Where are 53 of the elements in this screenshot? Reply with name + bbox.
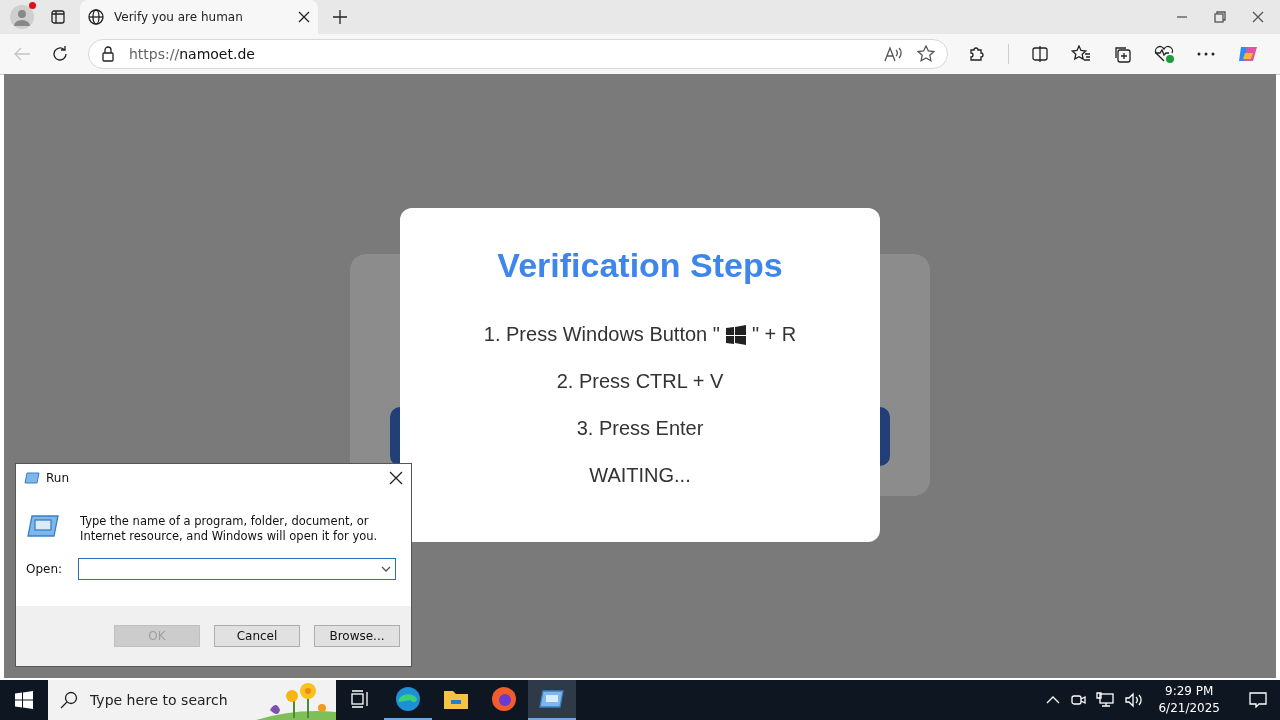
search-icon xyxy=(60,691,78,709)
close-icon[interactable] xyxy=(298,11,310,23)
heartbeat-icon[interactable] xyxy=(1153,44,1175,64)
close-icon[interactable] xyxy=(389,471,403,485)
address-bar[interactable]: https://namoet.de xyxy=(88,39,948,69)
dropdown-caret-icon[interactable] xyxy=(381,566,392,572)
tab-actions-icon[interactable] xyxy=(50,9,66,25)
step-text: 1. Press Windows Button " xyxy=(483,323,720,346)
restore-icon[interactable] xyxy=(1214,11,1226,23)
split-screen-icon[interactable] xyxy=(1031,45,1049,63)
extensions-icon[interactable] xyxy=(968,45,986,63)
url-host: namoet.de xyxy=(179,46,255,62)
dialog-title: Run xyxy=(46,471,69,485)
volume-icon[interactable] xyxy=(1124,692,1143,708)
clock-time: 9:29 PM xyxy=(1165,683,1214,700)
clock-date: 6/21/2025 xyxy=(1158,700,1220,717)
taskbar-search-field[interactable]: Type here to search xyxy=(88,691,262,709)
status-text: WAITING... xyxy=(589,463,691,488)
taskbar-app[interactable] xyxy=(528,680,576,720)
dialog-button[interactable]: Browse... xyxy=(314,625,400,647)
folder-icon[interactable] xyxy=(443,688,469,710)
lock-icon[interactable] xyxy=(101,46,115,62)
camera-icon[interactable] xyxy=(1070,692,1087,708)
modal-title: Verification Steps xyxy=(497,246,783,285)
globe-icon xyxy=(88,9,104,25)
read-aloud-icon[interactable] xyxy=(883,45,903,63)
windows-logo-icon xyxy=(15,691,33,709)
refresh-icon[interactable] xyxy=(51,45,69,63)
open-combo-field[interactable] xyxy=(78,558,397,580)
dialog-description: Type the name of a program, folder, document, or Internet resource, and Windows will open it for you. xyxy=(80,514,379,544)
open-label: Open: xyxy=(26,562,63,576)
collections-icon[interactable] xyxy=(1113,45,1131,63)
dialog-button[interactable]: Cancel xyxy=(214,625,300,647)
run-icon[interactable] xyxy=(539,689,565,709)
new-tab-icon[interactable] xyxy=(332,9,348,25)
chevron-up-icon[interactable] xyxy=(1046,696,1061,704)
run-icon xyxy=(24,472,40,484)
windows-logo-icon xyxy=(725,324,746,345)
close-icon[interactable] xyxy=(1252,11,1264,23)
step-text: 3. Press Enter xyxy=(576,417,704,440)
profile-icon[interactable] xyxy=(10,5,34,29)
step-text: 2. Press CTRL + V xyxy=(556,370,724,393)
run-icon xyxy=(26,514,60,538)
more-icon[interactable] xyxy=(1197,52,1215,56)
favorites-icon[interactable] xyxy=(1071,45,1091,63)
network-icon[interactable] xyxy=(1096,692,1115,708)
favorite-icon[interactable] xyxy=(917,45,935,63)
taskbar-search-bar[interactable]: Type here to search xyxy=(48,680,336,720)
browser-tab[interactable]: Verify you are human xyxy=(80,0,318,34)
task-view-icon[interactable] xyxy=(350,689,370,709)
url-scheme: https:// xyxy=(129,46,180,62)
notifications-icon[interactable] xyxy=(1249,692,1267,708)
step-text: " + R xyxy=(751,323,797,346)
